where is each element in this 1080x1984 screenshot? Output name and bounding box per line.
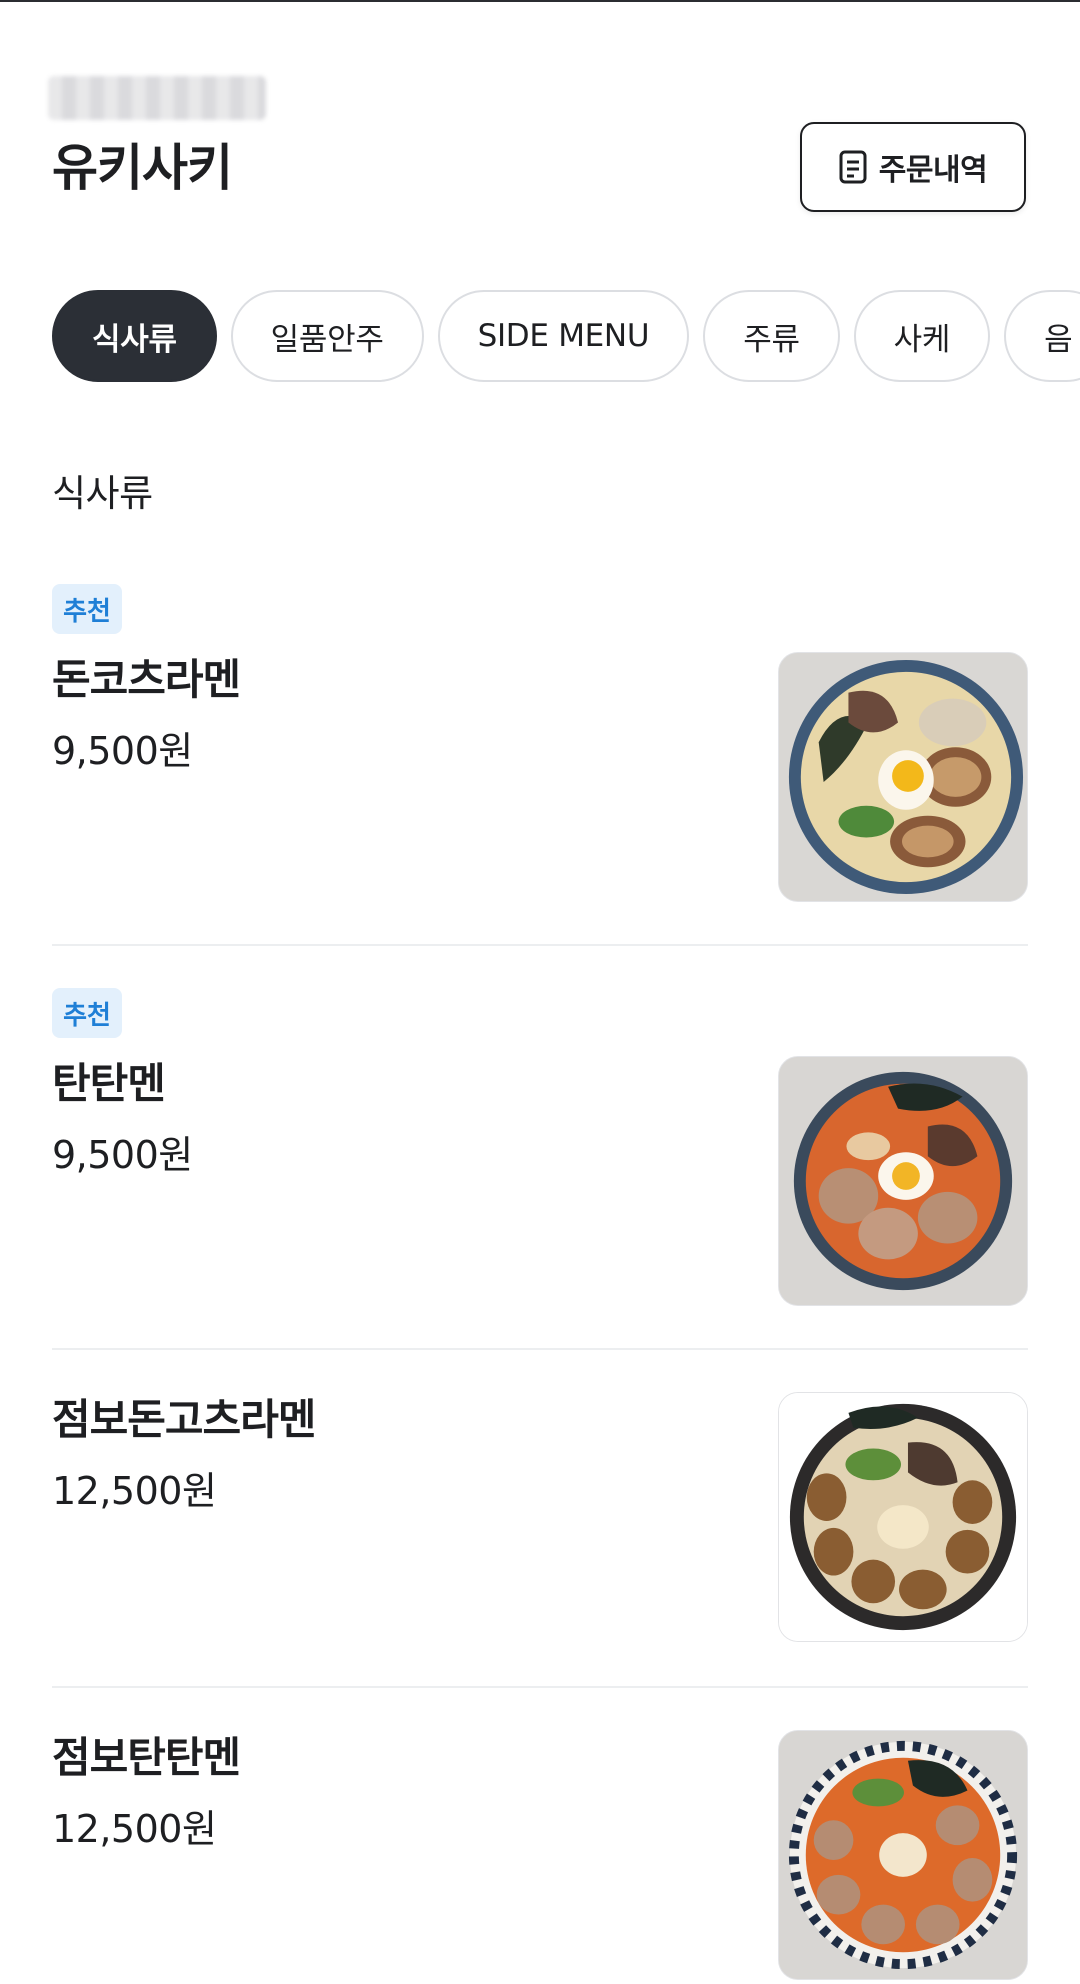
divider <box>52 944 1028 946</box>
order-history-label: 주문내역 <box>878 153 988 188</box>
tantanmen-image <box>778 1056 1028 1306</box>
menu-item-price: 9,500원 <box>52 729 193 773</box>
top-border <box>0 0 1080 2</box>
menu-item[interactable]: 점보탄탄멘 12,500원 <box>52 1730 1028 1984</box>
tab-side-dishes[interactable]: 일품안주 <box>230 290 424 382</box>
menu-item[interactable]: 추천 탄탄멘 9,500원 <box>52 988 1028 1308</box>
menu-item[interactable]: 점보돈고츠라멘 12,500원 <box>52 1392 1028 1652</box>
tab-sake[interactable]: 사케 <box>853 290 991 382</box>
jumbo-tonkotsu-ramen-image <box>778 1392 1028 1642</box>
order-history-button[interactable]: 주문내역 <box>800 122 1026 212</box>
category-tabs: 식사류 일품안주 SIDE MENU 주류 사케 음 <box>52 290 1080 384</box>
jumbo-tantanmen-image <box>778 1730 1028 1980</box>
menu-item-price: 9,500원 <box>52 1133 193 1177</box>
menu-item-price: 12,500원 <box>52 1807 217 1851</box>
tab-drinks[interactable]: 음 <box>1004 290 1080 382</box>
menu-item-name: 점보탄탄멘 <box>52 1733 241 1782</box>
tab-side-menu[interactable]: SIDE MENU <box>437 290 690 382</box>
section-title: 식사류 <box>52 472 153 515</box>
recommended-badge: 추천 <box>52 988 122 1038</box>
divider <box>52 1348 1028 1350</box>
menu-item-name: 돈코츠라멘 <box>52 655 241 704</box>
menu-item-name: 탄탄멘 <box>52 1059 166 1108</box>
tab-alcohol[interactable]: 주류 <box>703 290 840 382</box>
tab-meals[interactable]: 식사류 <box>52 290 217 382</box>
menu-item[interactable]: 추천 돈코츠라멘 9,500원 <box>52 584 1028 904</box>
recommended-badge: 추천 <box>52 584 122 634</box>
store-title: 유키사키 <box>52 139 233 197</box>
divider <box>52 1686 1028 1688</box>
menu-item-name: 점보돈고츠라멘 <box>52 1395 316 1444</box>
blurred-store-subtitle <box>48 76 266 120</box>
receipt-icon <box>839 150 867 184</box>
menu-item-price: 12,500원 <box>52 1469 217 1513</box>
tonkotsu-ramen-image <box>778 652 1028 902</box>
